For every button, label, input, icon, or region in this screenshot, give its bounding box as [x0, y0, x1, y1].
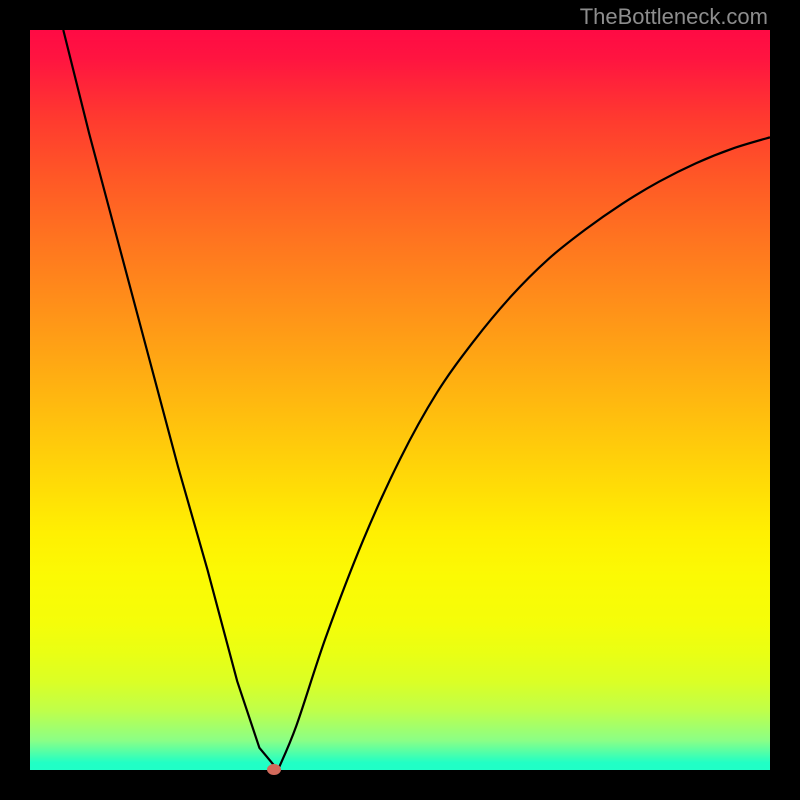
curve-left-branch [63, 30, 278, 770]
curve-right-branch [278, 137, 770, 770]
minimum-dot [267, 764, 281, 775]
watermark-text: TheBottleneck.com [580, 4, 768, 30]
chart-curve [30, 30, 770, 770]
